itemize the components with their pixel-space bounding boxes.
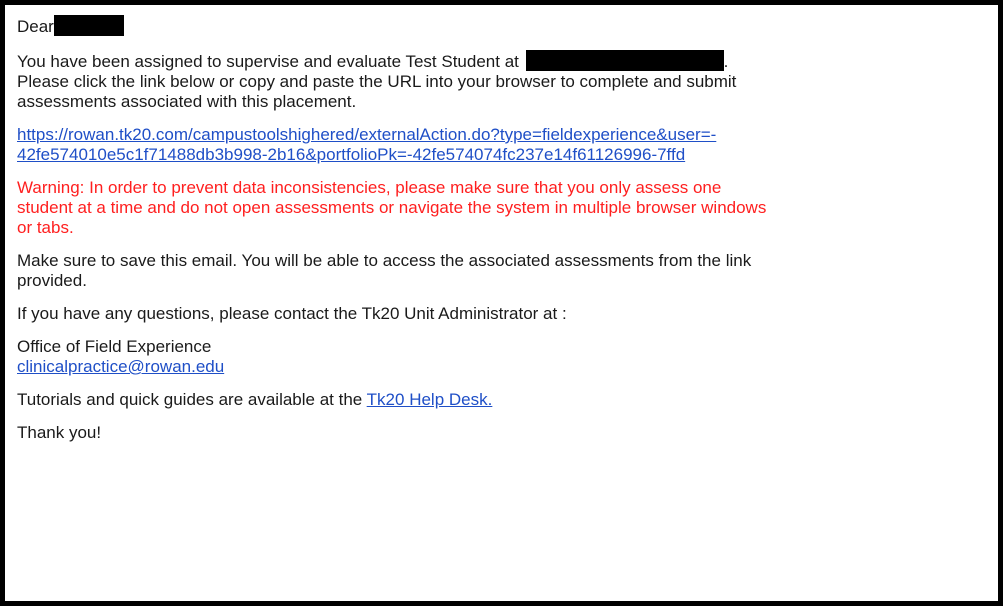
tutorials-paragraph: Tutorials and quick guides are available… xyxy=(17,390,992,410)
assessment-url-line-1: https://rowan.tk20.com/campustoolshigher… xyxy=(17,125,717,144)
assessment-url-line-2: 42fe574010e5c1f71488db3b998-2b16&portfol… xyxy=(17,145,686,164)
intro-paragraph: You have been assigned to supervise and … xyxy=(17,50,992,112)
save-note-line-1: Make sure to save this email. You will b… xyxy=(17,251,752,270)
email-frame: Dear You have been assigned to supervise… xyxy=(0,0,1003,606)
greeting: Dear xyxy=(17,15,992,37)
intro-line-2: Please click the link below or copy and … xyxy=(17,72,737,91)
office-name: Office of Field Experience xyxy=(17,337,212,356)
office-contact: Office of Field Experience clinicalpract… xyxy=(17,337,992,377)
email-body: Dear You have been assigned to supervise… xyxy=(17,15,992,443)
intro-line-1: You have been assigned to supervise and … xyxy=(17,52,519,71)
intro-line-3: assessments associated with this placeme… xyxy=(17,92,357,111)
warning-line-1: Warning: In order to prevent data incons… xyxy=(17,178,722,197)
questions-paragraph: If you have any questions, please contac… xyxy=(17,304,992,324)
warning-line-3: or tabs. xyxy=(17,218,74,237)
redacted-recipient-name xyxy=(53,15,124,36)
intro-line-1-end: . xyxy=(723,52,729,71)
closing-text: Thank you! xyxy=(17,423,102,442)
tutorials-text: Tutorials and quick guides are available… xyxy=(17,390,363,409)
warning-paragraph: Warning: In order to prevent data incons… xyxy=(17,178,992,238)
help-desk-link[interactable]: Tk20 Help Desk. xyxy=(367,390,493,409)
assessment-url-paragraph: https://rowan.tk20.com/campustoolshigher… xyxy=(17,125,992,165)
save-note-paragraph: Make sure to save this email. You will b… xyxy=(17,251,992,291)
redacted-placement-location xyxy=(525,50,724,71)
closing: Thank you! xyxy=(17,423,992,443)
questions-text: If you have any questions, please contac… xyxy=(17,304,567,323)
assessment-url-link[interactable]: https://rowan.tk20.com/campustoolshigher… xyxy=(17,125,992,165)
office-email-link[interactable]: clinicalpractice@rowan.edu xyxy=(17,357,224,376)
greeting-text: Dear xyxy=(17,17,54,36)
save-note-line-2: provided. xyxy=(17,271,87,290)
warning-line-2: student at a time and do not open assess… xyxy=(17,198,767,217)
